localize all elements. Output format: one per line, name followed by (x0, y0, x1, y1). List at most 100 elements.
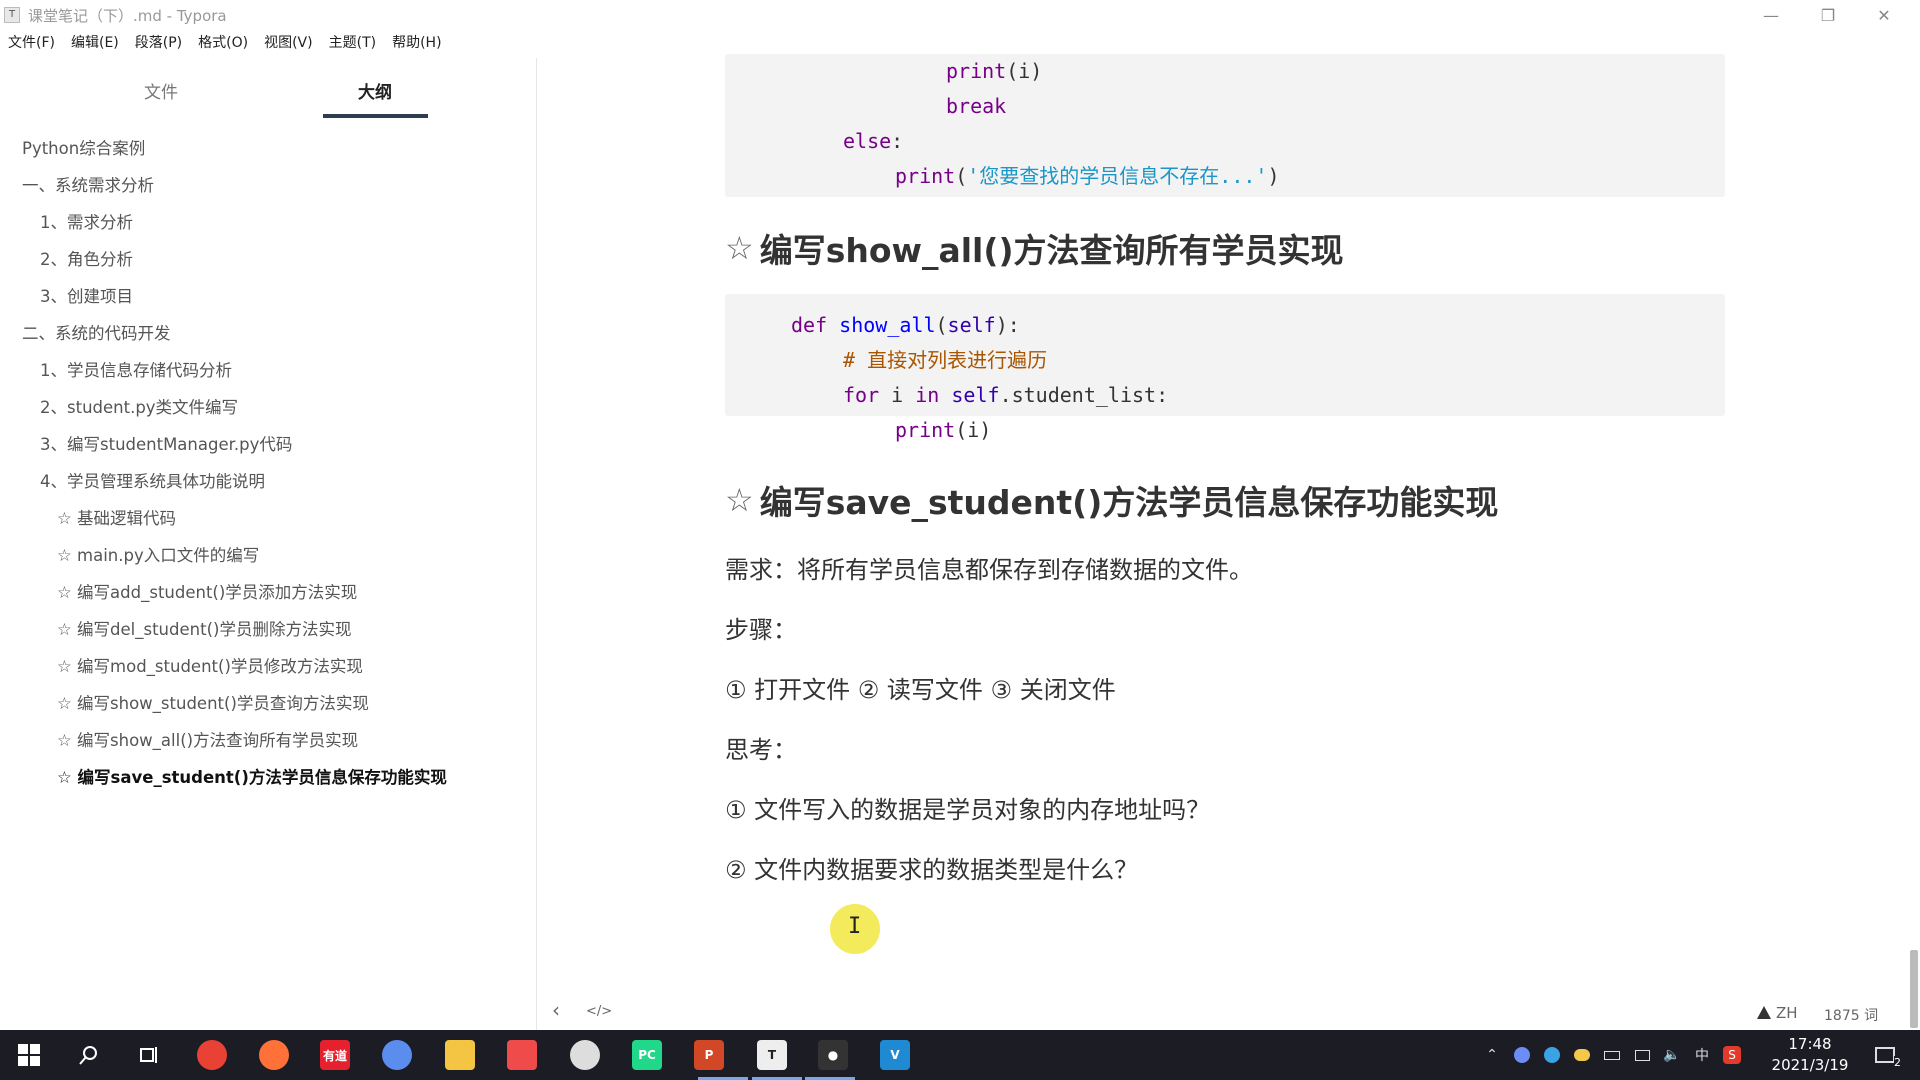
title-bar: T 课堂笔记（下）.md - Typora — ❐ ✕ (0, 0, 1920, 30)
ime-indicator[interactable]: 中 (1692, 1045, 1712, 1065)
tray-cloud-icon[interactable] (1572, 1045, 1592, 1065)
minimize-button[interactable]: — (1743, 0, 1799, 30)
warning-icon[interactable] (1757, 1006, 1771, 1019)
menu-format[interactable]: 格式(O) (198, 32, 248, 52)
notification-center-icon[interactable]: 2 (1872, 1045, 1901, 1069)
outline-item[interactable]: 一、系统需求分析 (0, 167, 537, 204)
outline-item[interactable]: 2、student.py类文件编写 (0, 389, 537, 426)
code-token: self (951, 383, 1000, 407)
active-tab-indicator (323, 114, 428, 118)
outline-item[interactable]: 4、学员管理系统具体功能说明 (0, 463, 537, 500)
outline-item[interactable]: 2、角色分析 (0, 241, 537, 278)
spellcheck-language[interactable]: ZH (1776, 1004, 1798, 1022)
code-token: (i) (1006, 59, 1043, 83)
outline-item-active[interactable]: ☆ 编写save_student()方法学员信息保存功能实现 (0, 759, 537, 796)
powerpoint-icon[interactable]: P (694, 1040, 724, 1070)
code-line: def show_all(self): (791, 308, 1020, 343)
menu-file[interactable]: 文件(F) (8, 32, 55, 52)
outline-item[interactable]: 3、编写studentManager.py代码 (0, 426, 537, 463)
typora-icon[interactable]: T (757, 1040, 787, 1070)
code-token: (i) (955, 418, 992, 442)
scrollbar[interactable] (1910, 950, 1918, 1028)
volume-icon[interactable]: 🔈 (1662, 1045, 1682, 1065)
outline-item[interactable]: ☆ 编写add_student()学员添加方法实现 (0, 574, 537, 611)
menu-bar: 文件(F) 编辑(E) 段落(P) 格式(O) 视图(V) 主题(T) 帮助(H… (0, 30, 458, 54)
code-token: print (895, 164, 956, 188)
restore-button[interactable]: ❐ (1800, 0, 1856, 30)
menu-theme[interactable]: 主题(T) (329, 32, 376, 52)
outline-item[interactable]: ☆ 编写del_student()学员删除方法实现 (0, 611, 537, 648)
code-token: ): (995, 313, 1020, 337)
outline-item[interactable]: 3、创建项目 (0, 278, 537, 315)
clock[interactable]: 17:48 2021/3/19 (1758, 1034, 1862, 1076)
code-block[interactable]: print(i) break else: print('您要查找的学员信息不存在… (725, 54, 1725, 197)
menu-view[interactable]: 视图(V) (264, 32, 313, 52)
tray-app-icon[interactable] (1542, 1045, 1562, 1065)
tab-outline[interactable]: 大纲 (358, 78, 392, 103)
chrome-beta-icon[interactable] (570, 1040, 600, 1070)
code-token: : (891, 129, 904, 153)
windows-start-icon[interactable] (14, 1040, 44, 1070)
source-code-mode-icon[interactable]: </> (586, 1004, 612, 1019)
outline-item[interactable]: ☆ 编写show_all()方法查询所有学员实现 (0, 722, 537, 759)
code-token: def (791, 313, 840, 337)
heading-text: 编写show_all()方法查询所有学员实现 (759, 231, 1344, 270)
clock-date: 2021/3/19 (1771, 1056, 1849, 1074)
youdao-icon[interactable]: 有道 (320, 1040, 350, 1070)
outline-item[interactable]: ☆ 编写show_student()学员查询方法实现 (0, 685, 537, 722)
code-token: i (891, 383, 916, 407)
code-token: in (915, 383, 952, 407)
task-view-icon[interactable] (134, 1040, 164, 1070)
chrome-icon[interactable] (197, 1040, 227, 1070)
close-button[interactable]: ✕ (1856, 0, 1912, 30)
vscode-icon[interactable]: V (880, 1040, 910, 1070)
star-icon: ☆ (725, 481, 754, 519)
code-block[interactable]: def show_all(self): # 直接对列表进行遍历 for i in… (725, 294, 1725, 442)
code-token: print (895, 418, 956, 442)
code-token: for (843, 383, 892, 407)
tab-files[interactable]: 文件 (144, 78, 178, 103)
editor-area[interactable]: print(i) break else: print('您要查找的学员信息不存在… (538, 54, 1920, 1030)
menu-edit[interactable]: 编辑(E) (71, 32, 119, 52)
notification-count: 2 (1894, 1056, 1901, 1069)
tray-chevron-up-icon[interactable]: ⌃ (1482, 1045, 1502, 1065)
heading-show-all: ☆ 编写show_all()方法查询所有学员实现 (725, 224, 1344, 272)
code-token: # 直接对列表进行遍历 (843, 348, 1048, 372)
code-line: print('您要查找的学员信息不存在...') (895, 159, 1280, 194)
menu-paragraph[interactable]: 段落(P) (135, 32, 182, 52)
toggle-sidebar-icon[interactable]: ‹ (552, 998, 560, 1022)
search-icon[interactable] (74, 1040, 104, 1070)
sogou-ime-icon[interactable]: S (1722, 1045, 1742, 1065)
outline-item[interactable]: 1、需求分析 (0, 204, 537, 241)
pycharm-icon[interactable]: PC (632, 1040, 662, 1070)
code-line: print(i) (946, 54, 1042, 89)
file-explorer-icon[interactable] (445, 1040, 475, 1070)
code-token: else (843, 129, 892, 153)
outline-item[interactable]: 二、系统的代码开发 (0, 315, 537, 352)
outline-item[interactable]: ☆ 编写mod_student()学员修改方法实现 (0, 648, 537, 685)
star-icon: ☆ (725, 229, 754, 267)
heading-text: 编写save_student()方法学员信息保存功能实现 (759, 483, 1499, 522)
outline-item[interactable]: ☆ 基础逻辑代码 (0, 500, 537, 537)
code-token: break (946, 94, 1007, 118)
code-line: else: (843, 124, 903, 159)
network-icon[interactable] (1632, 1045, 1652, 1065)
word-count[interactable]: 1875 词 (1824, 1005, 1878, 1025)
outline-item[interactable]: Python综合案例 (0, 130, 537, 167)
paragraph: ① 打开文件 ② 读写文件 ③ 关闭文件 (725, 676, 1116, 704)
sidebar: 文件 大纲 Python综合案例 一、系统需求分析 1、需求分析 2、角色分析 … (0, 58, 537, 1030)
tray-app-icon[interactable] (1512, 1045, 1532, 1065)
outline-item[interactable]: ☆ main.py入口文件的编写 (0, 537, 537, 574)
browser-icon[interactable] (382, 1040, 412, 1070)
video-app-icon[interactable] (507, 1040, 537, 1070)
code-token: ( (935, 313, 948, 337)
outline-item[interactable]: 1、学员信息存储代码分析 (0, 352, 537, 389)
recorder-icon[interactable]: ● (818, 1040, 848, 1070)
firefox-icon[interactable] (259, 1040, 289, 1070)
typora-app-icon: T (4, 7, 20, 23)
paragraph: ② 文件内数据要求的数据类型是什么？ (725, 856, 1139, 884)
paragraph: 步骤： (725, 616, 797, 644)
menu-help[interactable]: 帮助(H) (392, 32, 441, 52)
battery-icon[interactable] (1602, 1045, 1622, 1065)
code-token: show_all (839, 313, 936, 337)
